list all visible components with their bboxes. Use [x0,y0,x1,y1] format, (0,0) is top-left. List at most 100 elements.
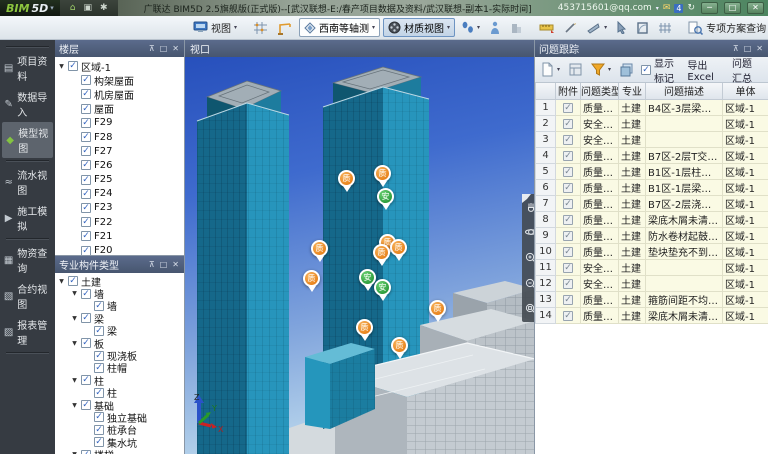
tree-checkbox[interactable]: ✓ [81,338,91,348]
tree-item[interactable]: ✓构架屋面 [55,73,184,87]
maximize-button[interactable]: □ [724,2,741,14]
float-icon[interactable]: □ [159,45,169,53]
tree-checkbox[interactable]: ✓ [81,400,91,410]
zoom-extents-icon[interactable] [524,302,535,316]
issue-row[interactable]: 3✓安全问题土建区域-1 [536,131,768,147]
issue-row[interactable]: 12✓安全问题土建区域-1 [536,275,768,291]
tree-checkbox[interactable]: ✓ [81,104,91,114]
view-button[interactable]: 视图 ▾ [190,18,240,37]
tree-item[interactable]: ✓F29 [55,116,184,130]
attachment-checkbox[interactable]: ✓ [563,119,573,129]
quality-issue-marker[interactable]: 质 [429,300,446,317]
sidebar-item-model-view[interactable]: ◆模型视图 [2,122,53,158]
attachment-checkbox[interactable]: ✓ [563,311,573,321]
tree-checkbox[interactable]: ✓ [81,75,91,85]
expand-arrow-icon[interactable]: ▼ [71,340,78,347]
tree-item[interactable]: ✓F28 [55,130,184,144]
tree-item[interactable]: ✓F25 [55,173,184,187]
copy-export-button[interactable] [618,62,636,78]
sidebar-item-contract-view[interactable]: ▧合约视图 [0,278,55,314]
mail-icon[interactable]: ✉ [663,3,671,13]
attachment-checkbox[interactable]: ✓ [563,183,573,193]
zoom-in-icon[interactable] [524,251,535,265]
issue-row[interactable]: 7✓质量问题土建B7区-2层浇筑混凝土时...区域-1 [536,195,768,211]
attachment-checkbox[interactable]: ✓ [563,263,573,273]
tree-checkbox[interactable]: ✓ [94,388,104,398]
quality-issue-marker[interactable]: 质 [390,239,407,256]
column-header-附件[interactable]: 附件 [556,83,581,99]
tree-checkbox[interactable]: ✓ [68,276,78,286]
tree-checkbox[interactable]: ✓ [94,301,104,311]
new-issue-button[interactable]: ▾ [539,61,562,78]
tree-checkbox[interactable]: ✓ [81,246,91,255]
tree-checkbox[interactable]: ✓ [94,437,104,447]
minimize-button[interactable]: ─ [701,2,718,14]
tree-checkbox[interactable]: ✓ [81,189,91,199]
float-icon[interactable]: □ [159,261,169,269]
tree-item[interactable]: ✓F26 [55,158,184,172]
safety-issue-marker[interactable]: 安 [359,269,376,286]
tree-item[interactable]: ✓柱 [55,387,184,399]
tree-checkbox[interactable]: ✓ [81,160,91,170]
tree-item[interactable]: ▼✓柱 [55,374,184,386]
save-issue-button[interactable] [567,62,584,77]
attachment-checkbox[interactable]: ✓ [563,135,573,145]
pan-icon[interactable] [524,200,535,214]
issue-row[interactable]: 13✓质量问题土建箍筋间距不均匀，倾斜区域-1 [536,291,768,307]
account-caret-icon[interactable]: ▾ [656,5,659,12]
tree-item[interactable]: ✓屋面 [55,102,184,116]
attachment-checkbox[interactable]: ✓ [563,103,573,113]
attachment-checkbox[interactable]: ✓ [563,247,573,257]
expand-arrow-icon[interactable]: ▼ [71,402,78,409]
tree-item[interactable]: ✓墙 [55,300,184,312]
tree-item[interactable]: ✓F21 [55,229,184,243]
measure-button[interactable] [536,20,558,36]
quality-issue-marker[interactable]: 质 [356,319,373,336]
home-icon[interactable]: ⌂ [70,4,76,13]
save-icon[interactable]: ▣ [83,4,92,13]
tree-item[interactable]: ✓柱帽 [55,362,184,374]
tree-checkbox[interactable]: ✓ [81,450,91,454]
sidebar-item-simulation[interactable]: ▶施工模拟 [0,200,55,236]
close-panel-icon[interactable]: ✕ [171,261,180,269]
sidebar-item-material-query[interactable]: ▦物资查询 [0,242,55,278]
issue-row[interactable]: 8✓质量问题土建梁底木屑未清理干净区域-1 [536,211,768,227]
tree-item[interactable]: ✓集水坑 [55,436,184,448]
tree-checkbox[interactable]: ✓ [81,313,91,323]
orbit-icon[interactable] [524,225,535,239]
tree-checkbox[interactable]: ✓ [81,89,91,99]
column-header-单体[interactable]: 单体 [723,83,768,99]
tree-item[interactable]: ▼✓土建 [55,275,184,287]
export-excel-button[interactable]: 导出Excel [684,56,724,84]
quality-issue-marker[interactable]: 质 [374,165,391,182]
special-plan-query-button[interactable]: 专项方案查询 [685,18,768,37]
tree-checkbox[interactable]: ✓ [81,146,91,156]
tree-checkbox[interactable]: ✓ [81,203,91,213]
view-direction-select[interactable]: 西南等轴测 ▾ [299,18,380,37]
tree-item[interactable]: ✓F27 [55,144,184,158]
section-button[interactable]: ▾ [583,19,610,36]
expand-arrow-icon[interactable]: ▼ [71,377,78,384]
attachment-checkbox[interactable]: ✓ [563,167,573,177]
issue-row[interactable]: 11✓安全问题土建区域-1 [536,259,768,275]
issue-row[interactable]: 1✓质量问题土建B4区-3层梁柱交界处脱...区域-1 [536,99,768,115]
tree-checkbox[interactable]: ✓ [94,363,104,373]
axis-grid-button[interactable] [250,19,271,37]
tree-checkbox[interactable]: ✓ [94,326,104,336]
close-button[interactable]: ✕ [747,2,764,14]
dimension-button[interactable] [561,19,580,36]
sidebar-item-data-import[interactable]: ✎数据导入 [0,86,55,122]
tree-item[interactable]: ✓F24 [55,187,184,201]
column-header-问题类型[interactable]: 问题类型 [581,83,619,99]
safety-issue-marker[interactable]: 安 [377,188,394,205]
tree-item[interactable]: ✓梁 [55,325,184,337]
attachment-checkbox[interactable]: ✓ [563,295,573,305]
attachment-checkbox[interactable]: ✓ [563,215,573,225]
sidebar-item-flow-view[interactable]: ≈流水视图 [0,164,55,200]
column-header-rownum[interactable] [536,83,556,99]
tree-item[interactable]: ✓F20 [55,243,184,255]
issue-row[interactable]: 5✓质量问题土建B1区-1层柱模板拼缝不...区域-1 [536,163,768,179]
issue-row[interactable]: 2✓安全问题土建区域-1 [536,115,768,131]
tree-checkbox[interactable]: ✓ [94,351,104,361]
issue-row[interactable]: 4✓质量问题土建B7区-2层T交13-14轴...区域-1 [536,147,768,163]
